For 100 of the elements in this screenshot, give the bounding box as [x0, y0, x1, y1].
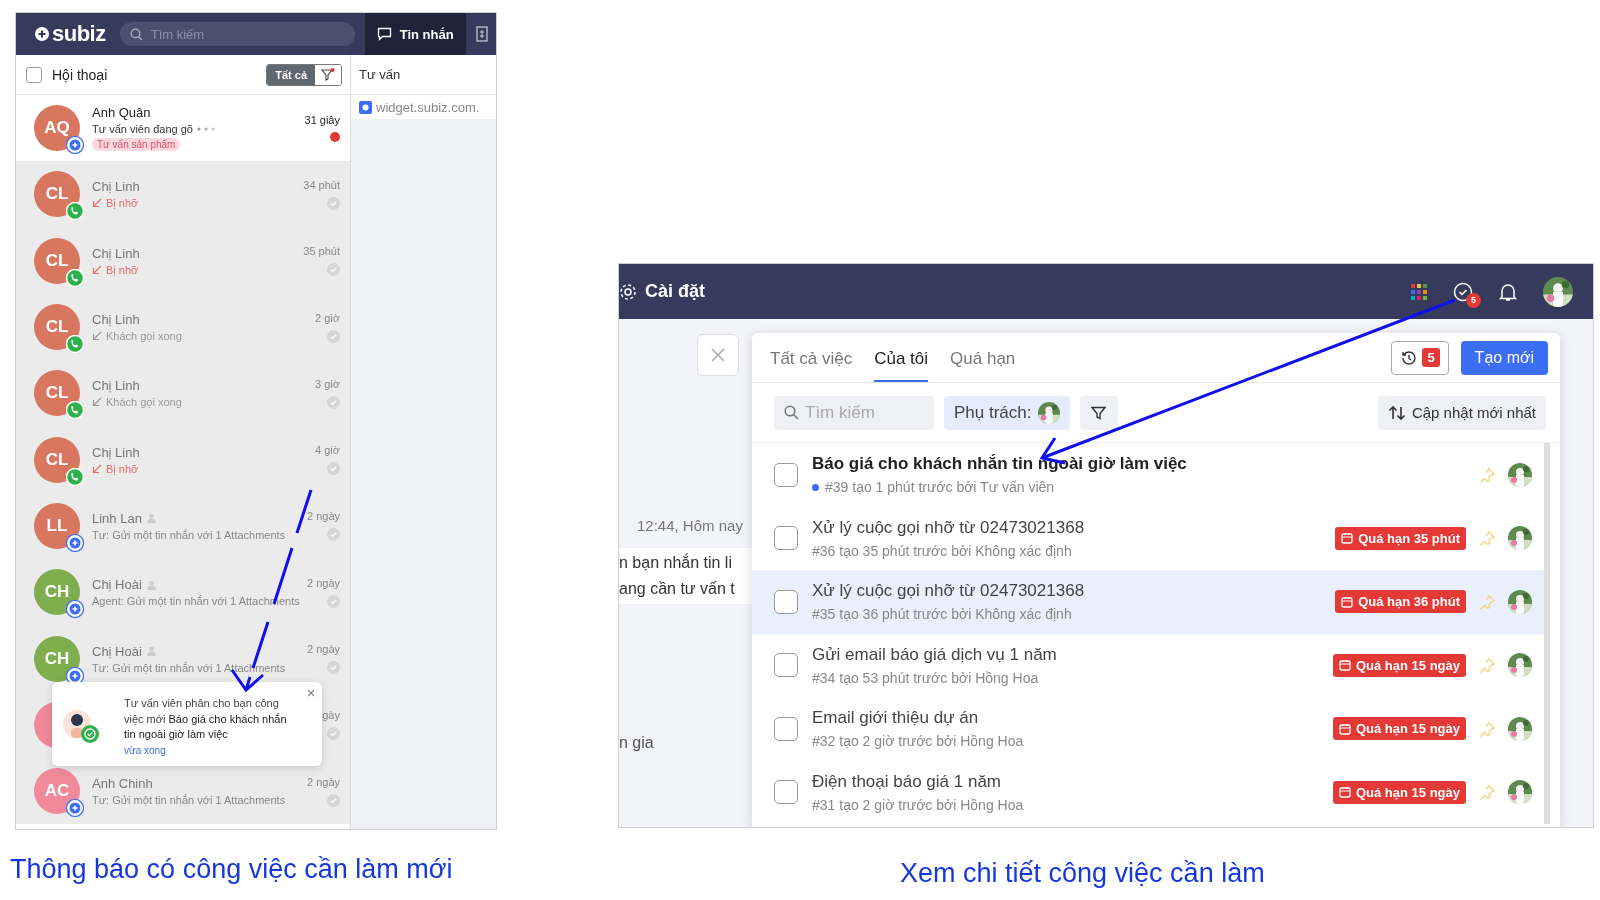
sort-icon	[1387, 404, 1406, 421]
time: 2 giờ	[315, 311, 340, 324]
time: 2 ngày	[306, 775, 340, 788]
task-meta: #39 tạo 1 phút trước bởi Tư vấn viên	[825, 479, 1055, 496]
receipt-icon[interactable]	[475, 26, 488, 42]
contact-name: Chị Linh	[92, 444, 140, 460]
task-checkbox[interactable]	[774, 716, 798, 741]
task-row[interactable]: Xử lý cuộc gọi nhỡ từ 02473021368 #35 tạo 36 phút trước bởi Không xác định Quá hạn 36 phút	[752, 570, 1544, 634]
conversation-row[interactable]: CL Chị Linh Bị nhỡ 34 phút	[16, 161, 350, 228]
history-icon	[1400, 348, 1419, 367]
overdue-badge: Quá hạn 15 ngày	[1332, 653, 1466, 677]
task-meta: #35 tạo 36 phút trước bởi Không xác định	[812, 606, 1072, 623]
message-preview: Tư vấn viên đang gõ	[92, 123, 193, 136]
contact-name: Chị Hoài	[92, 643, 142, 659]
contact-name: Chị Hoài	[92, 577, 142, 593]
calendar-icon	[1341, 532, 1354, 545]
notification-toast[interactable]: Tư vấn viên phân cho bạn công việc mới Báo giá cho khách nhắn tin ngoài giờ làm việc vừa xong	[52, 682, 322, 766]
time: 35 phút	[303, 245, 340, 258]
incoming-arrow-icon	[92, 463, 102, 474]
calendar-icon	[1338, 786, 1351, 799]
conversation-row[interactable]: CL Chị Linh Khách gọi xong 2 giờ	[16, 293, 350, 361]
conversation-row[interactable]: CL Chị Linh Bị nhỡ 4 giờ	[16, 426, 350, 493]
time: 34 phút	[303, 178, 340, 191]
conversation-row[interactable]: CH Chị Hoài Agent: Gửi một tin nhắn với 1 Attachments 2 ngày	[16, 559, 350, 626]
conversation-row[interactable]: LL Linh Lan Tư: Gửi một tin nhắn với 1 Attachments 2 ngày	[16, 492, 350, 560]
create-button[interactable]: Tạo mới	[1460, 340, 1548, 375]
contact-name: Chị Linh	[92, 378, 140, 394]
pin-icon[interactable]	[1478, 465, 1496, 484]
avatar: CL	[34, 171, 80, 218]
filter-icon	[321, 68, 335, 81]
close-icon	[307, 689, 315, 697]
contact-name: Anh Chinh	[92, 776, 153, 792]
task-title: Xử lý cuộc gọi nhỡ từ 02473021368	[812, 581, 1086, 602]
apps-grid-icon[interactable]	[1411, 283, 1427, 300]
filter-button[interactable]	[1079, 395, 1118, 430]
tab[interactable]: Của tôi	[874, 333, 929, 382]
time: 4 giờ	[315, 444, 340, 457]
message-preview: Tư: Gửi một tin nhắn với 1 Attachments	[92, 528, 286, 541]
task-title: Gửi email báo giá dịch vụ 1 năm	[812, 644, 1058, 665]
filter-icon	[1091, 405, 1106, 420]
conversation-row[interactable]: CL Chị Linh Khách gọi xong 3 giờ	[16, 360, 350, 427]
message-text: ang cần tư vấn t	[619, 580, 736, 598]
task-checkbox[interactable]	[774, 526, 798, 551]
task-title: Điện thoại báo giá 1 năm	[812, 771, 1003, 792]
bell-icon[interactable]	[1499, 281, 1517, 302]
message-time: 12:44, Hôm nay	[636, 517, 744, 534]
close-button[interactable]	[697, 334, 739, 376]
pin-icon[interactable]	[1478, 529, 1496, 548]
select-all-checkbox[interactable]	[26, 66, 42, 83]
message-preview: Khách gọi xong	[106, 396, 182, 409]
pin-icon[interactable]	[1478, 719, 1496, 738]
task-checkbox[interactable]	[774, 589, 798, 614]
contact-name: Anh Quân	[92, 105, 151, 121]
sort-button[interactable]: Cập nhật mới nhất	[1377, 395, 1546, 430]
assignee-filter[interactable]: Phụ trách:	[944, 395, 1070, 430]
task-count-badge: 5	[1466, 292, 1481, 308]
avatar: AC	[34, 768, 80, 815]
assignee-illustration-icon	[62, 708, 100, 744]
avatar: CH	[34, 569, 80, 616]
settings-label: Cài đặt	[645, 281, 705, 302]
avatar: CL	[34, 370, 80, 417]
widget-link[interactable]: widget.subiz.com.	[351, 95, 496, 119]
close-icon	[711, 348, 725, 362]
history-count: 5	[1422, 348, 1440, 367]
calendar-icon	[1338, 722, 1351, 735]
pin-icon[interactable]	[1478, 783, 1496, 802]
tab[interactable]: Quá hạn	[950, 333, 1016, 382]
task-meta: #31 tạo 2 giờ trước bởi Hồng Hoa	[812, 796, 1024, 813]
message-preview: Bị nhỡ	[106, 197, 139, 210]
incoming-arrow-icon	[92, 331, 102, 342]
avatar: CL	[34, 304, 80, 351]
overdue-badge: Quá hạn 15 ngày	[1332, 717, 1466, 741]
tag: Tư vấn sản phẩm	[92, 138, 181, 152]
history-button[interactable]: 5	[1391, 340, 1449, 375]
contact-name: Chị Linh	[92, 179, 140, 195]
logo-icon	[34, 26, 50, 42]
avatar: CH	[34, 635, 80, 682]
pin-icon[interactable]	[1478, 656, 1496, 675]
task-title: Xử lý cuộc gọi nhỡ từ 02473021368	[812, 517, 1086, 538]
incoming-arrow-icon	[92, 397, 102, 408]
panel-title: Tư vấn	[351, 55, 496, 95]
task-meta: #36 tạo 35 phút trước bởi Không xác định	[812, 542, 1072, 559]
message-text: n bạn nhắn tin li	[619, 554, 733, 572]
all-filter-button[interactable]: Tất cả	[267, 64, 315, 85]
messages-tab[interactable]: Tin nhắn	[364, 13, 466, 55]
task-checkbox[interactable]	[774, 653, 798, 678]
settings-icon[interactable]	[619, 282, 637, 301]
notification-time: vừa xong	[124, 744, 167, 756]
tab[interactable]: Tất cả việc	[770, 333, 853, 382]
task-title: Email giới thiệu dự án	[812, 708, 980, 729]
search-field[interactable]: Tìm kiếm	[119, 22, 355, 46]
task-meta: #32 tạo 2 giờ trước bởi Hồng Hoa	[812, 733, 1024, 750]
overdue-badge: Quá hạn 15 ngày	[1332, 780, 1466, 804]
notification-text: Tư vấn viên phân cho bạn công việc mới Báo giá cho khách nhắn tin ngoài giờ làm việc	[124, 696, 288, 742]
calendar-icon	[1341, 595, 1354, 608]
task-check-icon[interactable]	[1453, 281, 1473, 302]
task-checkbox[interactable]	[774, 780, 798, 805]
task-checkbox[interactable]	[774, 462, 798, 487]
chat-app-icon	[359, 100, 372, 114]
conversation-row[interactable]: CL Chị Linh Bị nhỡ 35 phút	[16, 227, 350, 294]
